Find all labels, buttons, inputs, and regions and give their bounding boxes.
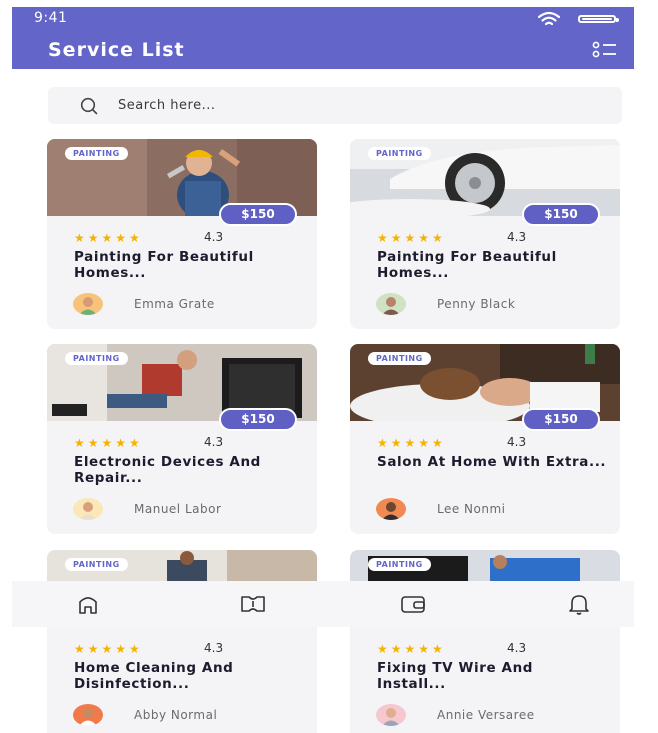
bottom-navigation bbox=[12, 581, 634, 627]
star-rating: ★★★★★ bbox=[74, 436, 143, 450]
provider-name: Annie Versaree bbox=[437, 708, 535, 722]
service-title: Painting For Beautiful Homes... bbox=[377, 249, 557, 281]
price-tag: $150 bbox=[219, 408, 297, 431]
price-tag: $150 bbox=[522, 408, 600, 431]
service-title: Home Cleaning And Disinfection... bbox=[74, 660, 234, 692]
service-card[interactable]: PAINTING ★★★★★ 4.3 Fixing TV Wire And In… bbox=[350, 550, 620, 733]
provider-name: Emma Grate bbox=[134, 297, 215, 311]
home-icon[interactable] bbox=[76, 593, 100, 615]
service-title: Salon At Home With Extra... bbox=[377, 454, 607, 470]
service-title: Painting For Beautiful Homes... bbox=[74, 249, 254, 281]
service-card[interactable]: PAINTING $150 ★★★★★ 4.3 Electronic Devic… bbox=[47, 344, 317, 534]
provider-avatar bbox=[73, 293, 103, 315]
battery-icon bbox=[578, 15, 619, 23]
category-badge: PAINTING bbox=[368, 558, 431, 571]
provider-avatar bbox=[376, 498, 406, 520]
rating-value: 4.3 bbox=[507, 230, 527, 244]
filter-list-icon[interactable] bbox=[592, 40, 618, 60]
service-title: Fixing TV Wire And Install... bbox=[377, 660, 534, 692]
star-rating: ★★★★★ bbox=[377, 642, 446, 656]
provider-name: Abby Normal bbox=[134, 708, 218, 722]
provider-avatar bbox=[376, 293, 406, 315]
status-bar: 9:41 bbox=[12, 7, 634, 29]
provider-avatar bbox=[73, 498, 103, 520]
provider-avatar bbox=[73, 704, 103, 726]
provider-avatar bbox=[376, 704, 406, 726]
search-input[interactable] bbox=[118, 93, 578, 117]
rating-value: 4.3 bbox=[204, 230, 224, 244]
rating-value: 4.3 bbox=[507, 641, 527, 655]
category-badge: PAINTING bbox=[368, 147, 431, 160]
category-badge: PAINTING bbox=[65, 558, 128, 571]
search-bar[interactable] bbox=[48, 87, 622, 124]
category-badge: PAINTING bbox=[368, 352, 431, 365]
rating-value: 4.3 bbox=[204, 641, 224, 655]
provider-name: Lee Nonmi bbox=[437, 502, 506, 516]
star-rating: ★★★★★ bbox=[74, 642, 143, 656]
star-rating: ★★★★★ bbox=[377, 231, 446, 245]
price-tag: $150 bbox=[522, 203, 600, 226]
rating-value: 4.3 bbox=[204, 435, 224, 449]
category-badge: PAINTING bbox=[65, 352, 128, 365]
star-rating: ★★★★★ bbox=[377, 436, 446, 450]
provider-name: Penny Black bbox=[437, 297, 516, 311]
services-icon[interactable] bbox=[239, 593, 267, 615]
star-rating: ★★★★★ bbox=[74, 231, 143, 245]
wifi-icon bbox=[538, 11, 560, 26]
app-bar: 9:41 Service List bbox=[12, 7, 634, 69]
service-card[interactable]: PAINTING $150 ★★★★★ 4.3 Salon At Home Wi… bbox=[350, 344, 620, 534]
service-card[interactable]: PAINTING $150 ★★★★★ 4.3 Painting For Bea… bbox=[350, 139, 620, 329]
rating-value: 4.3 bbox=[507, 435, 527, 449]
search-icon bbox=[80, 97, 98, 115]
status-time: 9:41 bbox=[34, 10, 68, 26]
page-title: Service List bbox=[48, 39, 185, 61]
service-card[interactable]: PAINTING $150 ★★★★★ 4.3 Painting For Bea… bbox=[47, 139, 317, 329]
service-title: Electronic Devices And Repair... bbox=[74, 454, 261, 486]
bell-icon[interactable] bbox=[567, 593, 591, 615]
price-tag: $150 bbox=[219, 203, 297, 226]
category-badge: PAINTING bbox=[65, 147, 128, 160]
provider-name: Manuel Labor bbox=[134, 502, 222, 516]
service-card[interactable]: PAINTING ★★★★★ 4.3 Home Cleaning And Dis… bbox=[47, 550, 317, 733]
wallet-icon[interactable] bbox=[400, 593, 426, 615]
